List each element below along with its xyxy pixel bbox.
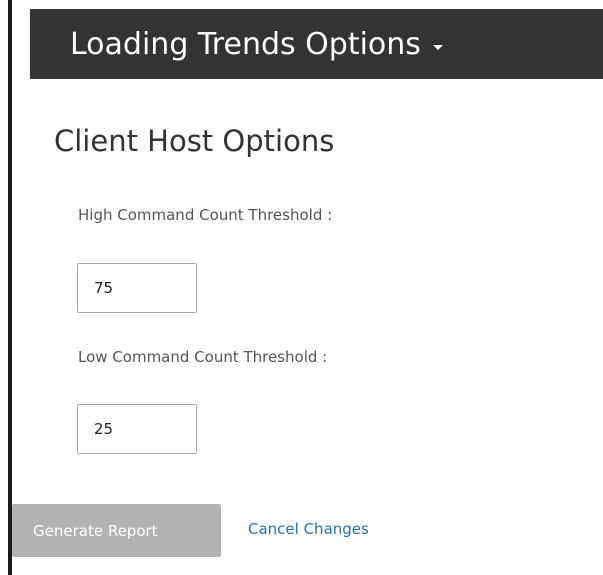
- low-threshold-input[interactable]: [77, 404, 197, 454]
- high-threshold-label: High Command Count Threshold :: [78, 206, 333, 224]
- left-border: [8, 0, 12, 575]
- caret-down-icon: [432, 44, 443, 50]
- loading-trends-options-dropdown[interactable]: Loading Trends Options: [30, 9, 603, 79]
- high-threshold-input[interactable]: [77, 263, 197, 313]
- header-title: Loading Trends Options: [70, 26, 421, 62]
- options-panel: Loading Trends Options Client Host Optio…: [0, 0, 603, 575]
- low-threshold-label: Low Command Count Threshold :: [78, 348, 328, 366]
- generate-report-button[interactable]: Generate Report: [12, 504, 221, 557]
- section-title: Client Host Options: [54, 124, 335, 158]
- cancel-changes-link[interactable]: Cancel Changes: [248, 520, 369, 538]
